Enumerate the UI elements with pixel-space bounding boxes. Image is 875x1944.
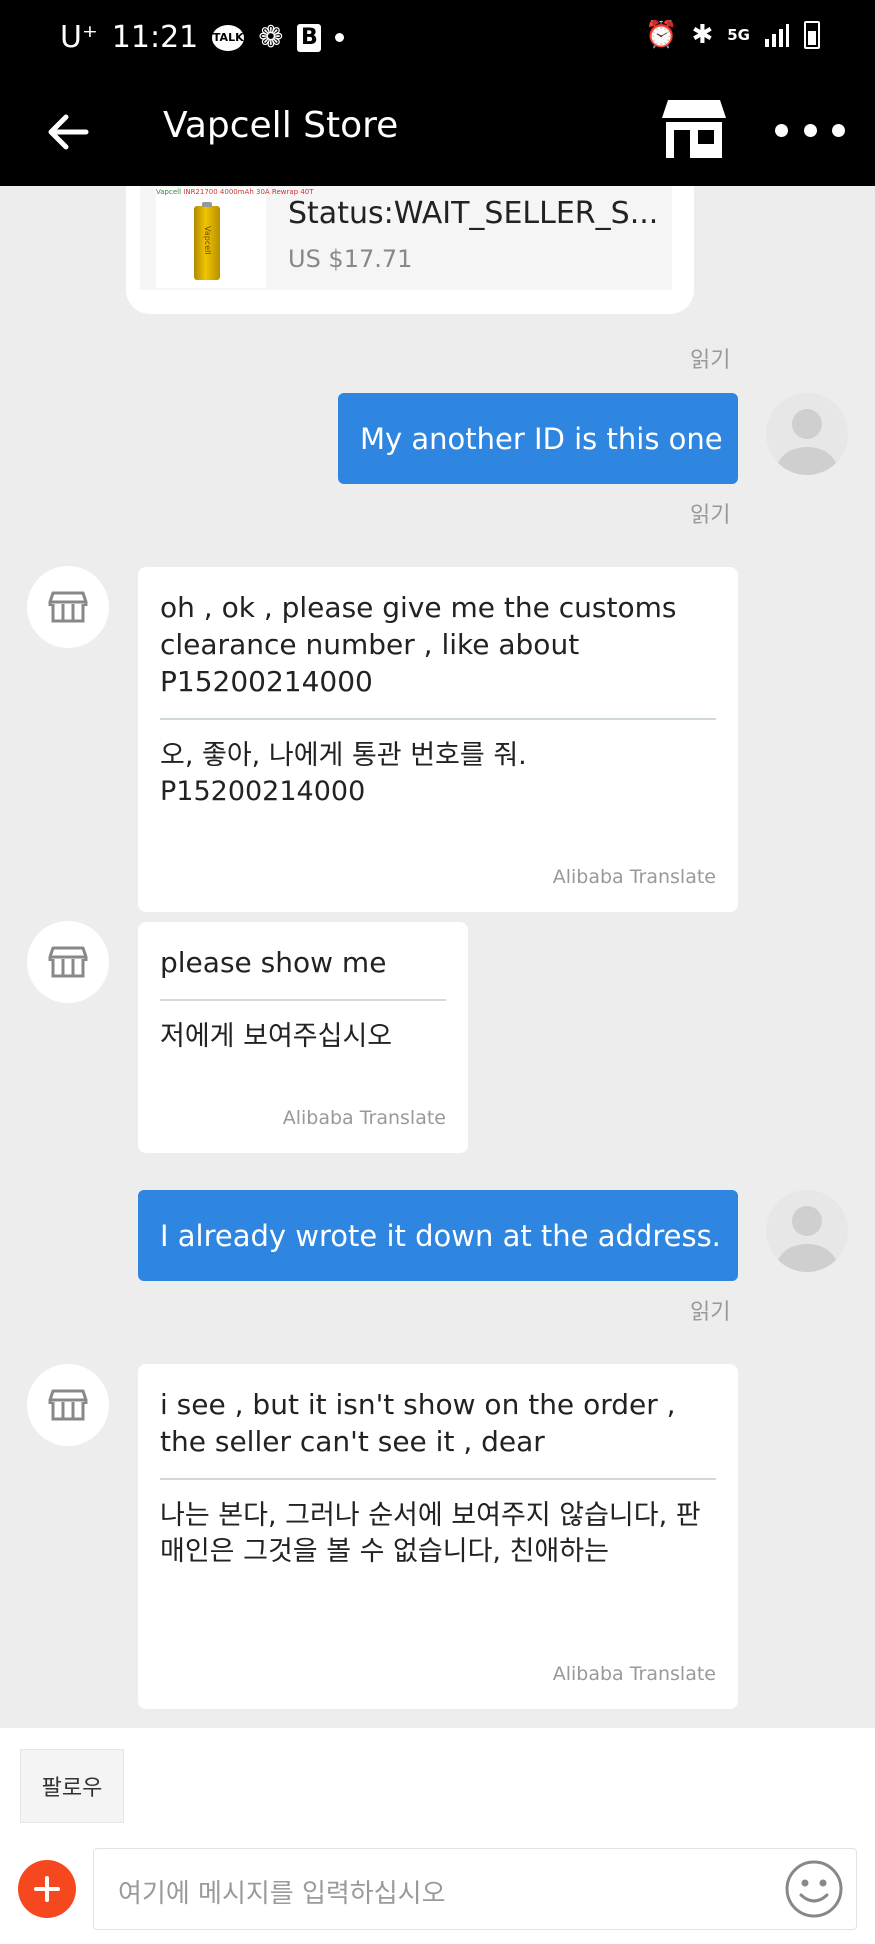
battery-icon: [804, 21, 820, 49]
smiley-icon: [785, 1860, 843, 1918]
incoming-message[interactable]: i see , but it isn't show on the order ,…: [138, 1364, 738, 1709]
shop-icon: [48, 946, 88, 978]
product-thumbnail[interactable]: Vapcell INR21700 4000mAh 30A Rewrap 40T …: [156, 188, 314, 288]
outgoing-message[interactable]: I already wrote it down at the address.: [138, 1190, 738, 1281]
message-input[interactable]: 여기에 메시지를 입력하십시오: [93, 1848, 857, 1930]
order-status: Status:WAIT_SELLER_S...: [288, 196, 659, 231]
translation-credit: Alibaba Translate: [282, 1107, 446, 1129]
message-text: please show me: [160, 946, 387, 979]
battery-product-image: Vapcell: [194, 202, 220, 280]
message-text: My another ID is this one: [360, 421, 723, 456]
message-text: I already wrote it down at the address.: [160, 1218, 721, 1253]
status-right: ⏰ ✱ 5G: [645, 20, 820, 50]
user-avatar[interactable]: [766, 1190, 848, 1272]
notification-dot-icon: [335, 33, 345, 42]
input-placeholder: 여기에 메시지를 입력하십시오: [118, 1879, 446, 1909]
more-dots-icon: [775, 123, 788, 137]
status-bar: U⁺ 11:21 TALK ❁ B ⏰ ✱ 5G: [0, 0, 875, 80]
kakao-talk-icon: TALK: [212, 24, 245, 51]
status-left: U⁺ 11:21 TALK ❁ B: [60, 20, 345, 55]
divider: [160, 999, 446, 1001]
clock: 11:21: [111, 20, 199, 55]
more-options-button[interactable]: [775, 108, 845, 152]
read-receipt: 읽기: [690, 503, 731, 528]
b-app-icon: B: [297, 23, 322, 52]
shop-avatar[interactable]: [27, 1364, 109, 1446]
back-button[interactable]: [40, 104, 96, 160]
arrow-left-icon: [48, 114, 89, 150]
translated-text: 오, 좋아, 나에게 통관 번호를 줘. P15200214000: [160, 740, 527, 807]
add-attachment-button[interactable]: [18, 1860, 76, 1918]
shop-avatar[interactable]: [27, 566, 109, 648]
bluetooth-icon: ✱: [691, 20, 714, 50]
read-receipt: 읽기: [690, 1300, 731, 1325]
shop-avatar[interactable]: [27, 921, 109, 1003]
divider: [160, 718, 716, 720]
storefront-icon: [662, 100, 726, 158]
outgoing-message[interactable]: My another ID is this one: [338, 393, 738, 484]
message-text: i see , but it isn't show on the order ,…: [160, 1388, 676, 1458]
translation-credit: Alibaba Translate: [552, 866, 716, 888]
page-title: Vapcell Store: [163, 105, 399, 146]
shop-icon: [48, 591, 88, 623]
read-receipt: 읽기: [690, 348, 731, 373]
plus-icon: [34, 1876, 60, 1902]
network-5g-icon: 5G: [727, 25, 750, 44]
thumbnail-caption: Vapcell INR21700 4000mAh 30A Rewrap 40T: [156, 188, 314, 196]
translated-text: 저에게 보여주십시오: [160, 1021, 393, 1052]
store-button[interactable]: [660, 96, 728, 162]
signal-icon: [765, 24, 789, 47]
product-price: US $17.71: [288, 245, 413, 273]
follow-button[interactable]: 팔로우: [20, 1749, 124, 1823]
alarm-icon: ⏰: [645, 20, 678, 50]
app-header: Vapcell Store: [0, 80, 875, 186]
carrier-label: U⁺: [60, 20, 98, 55]
incoming-message[interactable]: please show me 저에게 보여주십시오 Alibaba Transl…: [138, 922, 468, 1153]
incoming-message[interactable]: oh , ok , please give me the customs cle…: [138, 567, 738, 912]
user-avatar[interactable]: [766, 393, 848, 475]
shop-icon: [48, 1389, 88, 1421]
message-text: oh , ok , please give me the customs cle…: [160, 591, 677, 698]
divider: [160, 1478, 716, 1480]
translation-credit: Alibaba Translate: [552, 1663, 716, 1685]
emoji-button[interactable]: [784, 1859, 844, 1919]
translated-text: 나는 본다, 그러나 순서에 보여주지 않습니다, 판매인은 그것을 볼 수 없…: [160, 1500, 701, 1567]
pinwheel-icon: ❁: [258, 20, 284, 55]
